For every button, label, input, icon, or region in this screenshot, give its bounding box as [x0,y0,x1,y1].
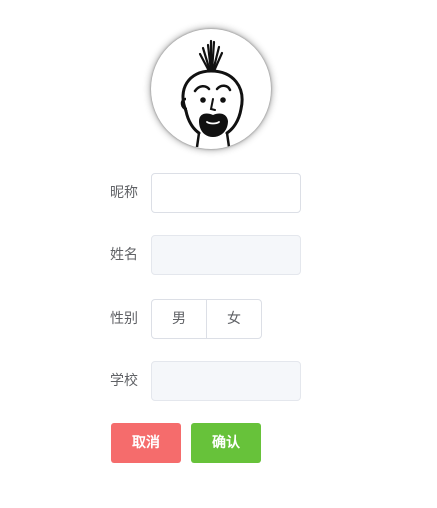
nickname-row: 昵称 [0,173,437,213]
confirm-button[interactable]: 确认 [191,423,261,463]
school-label: 学校 [110,373,138,389]
gender-radio-group: 男 女 [151,299,262,339]
name-label: 姓名 [110,247,138,263]
nickname-label: 昵称 [110,185,138,201]
avatar[interactable] [151,29,271,149]
gender-row: 性别 男 女 [0,299,437,339]
name-row: 姓名 [0,235,437,275]
name-input[interactable] [151,235,301,275]
cancel-button[interactable]: 取消 [111,423,181,463]
nickname-input[interactable] [151,173,301,213]
cartoon-face-avatar-icon [180,39,244,148]
gender-option-male[interactable]: 男 [152,300,206,338]
school-input[interactable] [151,361,301,401]
gender-label: 性别 [110,311,138,327]
gender-option-female[interactable]: 女 [206,300,261,338]
school-row: 学校 [0,361,437,401]
